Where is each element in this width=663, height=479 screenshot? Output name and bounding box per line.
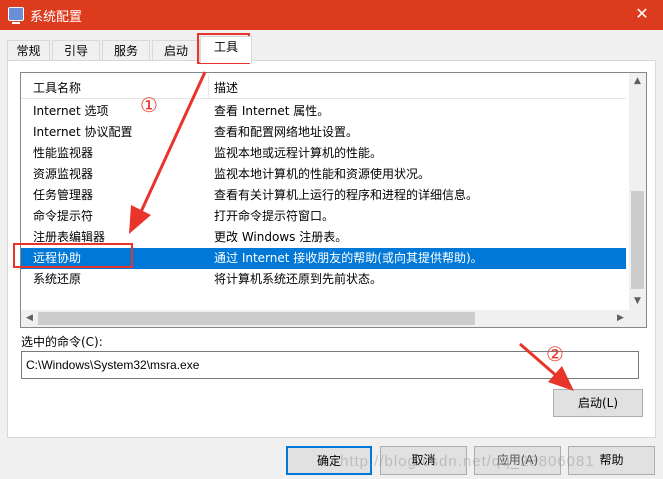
tool-description: 监视本地或远程计算机的性能。 (214, 146, 383, 160)
tools-list[interactable]: 工具名称 描述 Internet 选项 查看 Internet 属性。 Inte… (20, 72, 647, 328)
tab-services[interactable]: 服务 (102, 40, 150, 62)
title-bar: 系统配置 ✕ (0, 0, 663, 30)
tool-name: 任务管理器 (33, 188, 94, 202)
tool-name: 系统还原 (33, 272, 82, 286)
vertical-scrollbar[interactable]: ▲ ▼ (629, 73, 646, 310)
tool-description: 监视本地计算机的性能和资源使用状况。 (214, 167, 431, 181)
tool-description: 将计算机系统还原到先前状态。 (214, 272, 383, 286)
list-item[interactable]: 性能监视器 监视本地或远程计算机的性能。 (21, 143, 626, 164)
tab-tools[interactable]: 工具 (200, 36, 252, 63)
tool-name: 命令提示符 (33, 209, 94, 223)
tool-description: 查看和配置网络地址设置。 (214, 125, 359, 139)
tab-general[interactable]: 常规 (7, 40, 50, 62)
scroll-up-icon[interactable]: ▲ (629, 73, 646, 90)
list-item[interactable]: Internet 协议配置 查看和配置网络地址设置。 (21, 122, 626, 143)
tool-description: 通过 Internet 接收朋友的帮助(或向其提供帮助)。 (214, 251, 483, 265)
list-item[interactable]: 系统还原 将计算机系统还原到先前状态。 (21, 269, 626, 290)
scroll-right-icon[interactable]: ▶ (612, 310, 629, 327)
tool-name: Internet 选项 (33, 104, 109, 118)
tab-startup[interactable]: 启动 (152, 40, 200, 62)
vertical-scroll-thumb[interactable] (631, 191, 644, 289)
scrollbar-corner (629, 310, 646, 327)
step-2-marker: ② (546, 342, 564, 366)
horizontal-scroll-thumb[interactable] (38, 312, 475, 325)
tool-description: 查看 Internet 属性。 (214, 104, 330, 118)
list-item[interactable]: 资源监视器 监视本地计算机的性能和资源使用状况。 (21, 164, 626, 185)
msconfig-app-icon (8, 7, 24, 24)
tool-description: 更改 Windows 注册表。 (214, 230, 348, 244)
tool-name: Internet 协议配置 (33, 125, 133, 139)
watermark-text: http://blog.csdn.net/qq_28806081 (340, 453, 595, 470)
tool-description: 查看有关计算机上运行的程序和进程的详细信息。 (214, 188, 479, 202)
list-header: 工具名称 描述 (21, 73, 626, 99)
tool-description: 打开命令提示符窗口。 (214, 209, 335, 223)
step-1-marker: ① (140, 93, 158, 117)
tool-name: 性能监视器 (33, 146, 94, 160)
horizontal-scrollbar[interactable]: ◀ ▶ (21, 310, 646, 327)
column-divider[interactable] (208, 75, 209, 97)
launch-button[interactable]: 启动(L) (553, 389, 643, 417)
close-icon[interactable]: ✕ (631, 3, 653, 25)
list-item[interactable]: 任务管理器 查看有关计算机上运行的程序和进程的详细信息。 (21, 185, 626, 206)
column-header-description[interactable]: 描述 (214, 79, 238, 96)
list-item[interactable]: 命令提示符 打开命令提示符窗口。 (21, 206, 626, 227)
window-title: 系统配置 (30, 10, 83, 25)
tab-boot[interactable]: 引导 (52, 40, 100, 62)
scroll-left-icon[interactable]: ◀ (21, 310, 38, 327)
list-item[interactable]: Internet 选项 查看 Internet 属性。 (21, 101, 626, 122)
remote-assist-highlight-box (13, 243, 133, 268)
tool-name: 资源监视器 (33, 167, 94, 181)
column-header-tool-name[interactable]: 工具名称 (33, 79, 81, 96)
scroll-down-icon[interactable]: ▼ (629, 293, 646, 310)
selected-command-label: 选中的命令(C): (21, 335, 103, 349)
